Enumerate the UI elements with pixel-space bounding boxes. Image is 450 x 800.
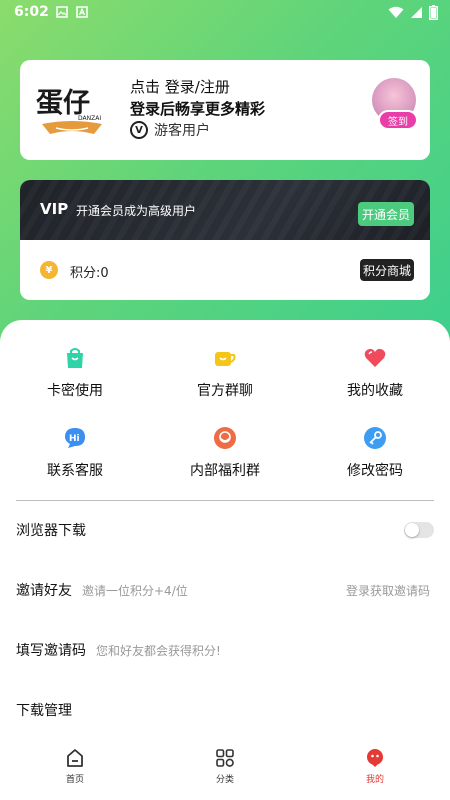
- grid-item-welfare-group[interactable]: 内部福利群: [150, 426, 300, 486]
- grid-item-card-code[interactable]: 卡密使用: [0, 346, 150, 406]
- smile-icon: [214, 427, 236, 449]
- grid-label: 修改密码: [347, 463, 403, 479]
- tab-profile[interactable]: 我的: [300, 748, 450, 794]
- guest-badge: V 游客用户: [130, 120, 210, 140]
- vip-description: 开通会员成为高级用户: [76, 204, 197, 218]
- fill-invite-code-label: 填写邀请码: [16, 643, 86, 659]
- open-vip-button[interactable]: 开通会员: [358, 202, 414, 226]
- heart-icon: [364, 348, 386, 367]
- grid-label: 我的收藏: [347, 383, 403, 399]
- tab-label: 首页: [65, 775, 84, 785]
- hi-chat-icon: Hi: [65, 428, 85, 448]
- wifi-icon: [388, 6, 404, 18]
- browser-download-label: 浏览器下载: [16, 523, 86, 539]
- tab-home[interactable]: 首页: [0, 748, 150, 794]
- guest-label: 游客用户: [154, 123, 210, 139]
- grid-item-favorites[interactable]: 我的收藏: [300, 346, 450, 406]
- invite-hint: 邀请一位积分+4/位: [82, 584, 188, 598]
- svg-text:Hi: Hi: [69, 434, 80, 444]
- grid-item-official-group[interactable]: 官方群聊: [150, 346, 300, 406]
- login-subtitle: 登录后畅享更多精彩: [130, 100, 266, 118]
- home-icon: [67, 749, 83, 767]
- points-row: ¥ 积分:0 积分商城: [20, 240, 430, 300]
- signin-button[interactable]: 签到: [378, 110, 418, 130]
- bottom-tab-bar: 首页 分类 我的: [0, 740, 450, 800]
- battery-icon: [429, 5, 438, 20]
- browser-download-toggle[interactable]: [404, 522, 434, 538]
- browser-download-row: 浏览器下载: [0, 516, 450, 546]
- key-icon: [364, 427, 386, 449]
- svg-text:DANZAI: DANZAI: [78, 115, 101, 122]
- status-bar: 6:02: [0, 0, 450, 26]
- category-icon: [216, 749, 234, 767]
- signal-icon: [411, 7, 422, 18]
- points-value: 积分:0: [70, 266, 109, 281]
- invite-friends-label: 邀请好友: [16, 583, 72, 599]
- cup-icon: [215, 352, 236, 366]
- invite-friends-row[interactable]: 邀请好友 邀请一位积分+4/位 登录获取邀请码: [0, 576, 450, 606]
- a-icon: [76, 6, 88, 18]
- grid-label: 联系客服: [47, 463, 103, 479]
- grid-label: 官方群聊: [197, 383, 253, 399]
- section-divider: [16, 500, 434, 501]
- tab-category[interactable]: 分类: [150, 748, 300, 794]
- grid-item-customer-service[interactable]: Hi 联系客服: [0, 426, 150, 486]
- fill-invite-hint: 您和好友都会获得积分!: [96, 644, 221, 658]
- grid-label: 卡密使用: [47, 383, 103, 399]
- login-prompt[interactable]: 点击 登录/注册: [130, 76, 230, 97]
- fill-invite-code-row[interactable]: 填写邀请码 您和好友都会获得积分!: [0, 636, 450, 666]
- v-badge-icon: V: [130, 121, 148, 139]
- coin-icon: ¥: [40, 261, 58, 279]
- tab-label: 我的: [365, 775, 384, 785]
- get-invite-code-link[interactable]: 登录获取邀请码: [346, 582, 430, 599]
- vip-card: VIP 开通会员成为高级用户 开通会员 ¥ 积分:0 积分商城: [20, 180, 430, 300]
- points-mall-button[interactable]: 积分商城: [360, 259, 414, 281]
- login-card[interactable]: 蛋仔 DANZAI 点击 登录/注册 登录后畅享更多精彩 V 游客用户 签到: [20, 60, 430, 160]
- app-logo: 蛋仔 DANZAI: [34, 82, 110, 138]
- profile-icon: [367, 749, 383, 767]
- image-icon: [56, 6, 68, 18]
- status-time: 6:02: [14, 4, 49, 20]
- grid-item-change-password[interactable]: 修改密码: [300, 426, 450, 486]
- download-manage-label: 下载管理: [16, 703, 72, 719]
- grid-label: 内部福利群: [190, 463, 260, 479]
- download-manage-row[interactable]: 下载管理: [0, 696, 450, 726]
- tab-label: 分类: [215, 775, 234, 785]
- vip-label: VIP: [40, 200, 69, 218]
- bag-icon: [67, 348, 83, 368]
